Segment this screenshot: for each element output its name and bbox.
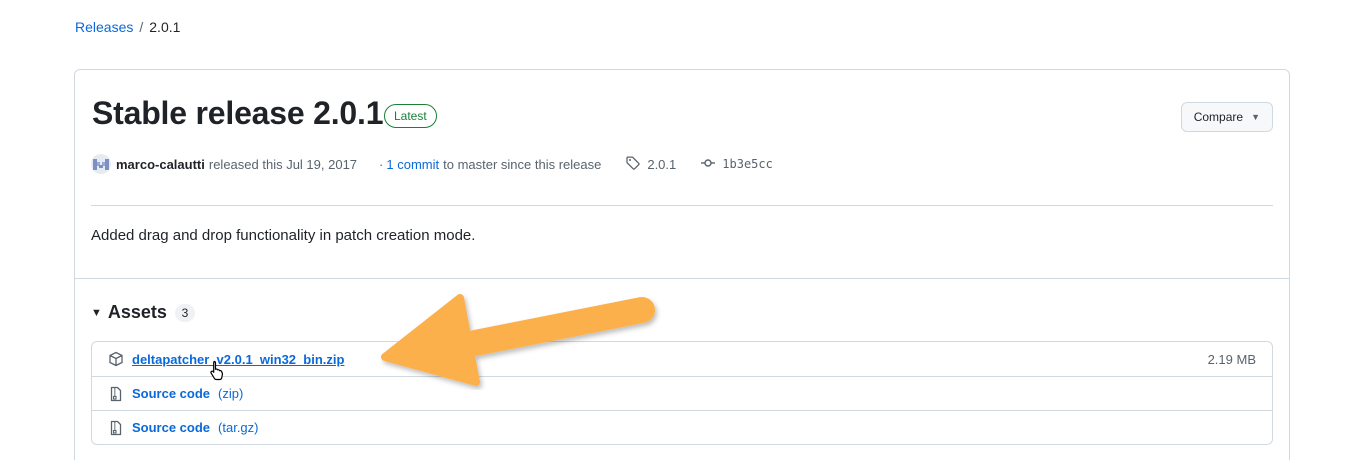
asset-row: Source code (tar.gz) bbox=[92, 410, 1272, 444]
release-meta: marco-calautti released this Jul 19, 201… bbox=[91, 153, 773, 175]
compare-button[interactable]: Compare ▼ bbox=[1180, 102, 1273, 132]
latest-badge: Latest bbox=[384, 104, 437, 128]
chevron-down-icon: ▼ bbox=[1251, 112, 1260, 122]
source-code-targz-link[interactable]: Source code bbox=[132, 420, 210, 435]
triangle-down-icon: ▼ bbox=[91, 306, 102, 319]
commit-hash: 1b3e5cc bbox=[722, 157, 773, 171]
tag-icon bbox=[625, 155, 641, 174]
source-code-format: (zip) bbox=[218, 386, 244, 401]
git-commit-icon bbox=[700, 155, 716, 174]
asset-size: 2.19 MB bbox=[1207, 351, 1256, 367]
release-notes: Added drag and drop functionality in pat… bbox=[91, 227, 476, 244]
release-card: Stable release 2.0.1 Latest Compare ▼ ma… bbox=[74, 69, 1290, 460]
assets-count-badge: 3 bbox=[174, 303, 195, 322]
author-link[interactable]: marco-calautti bbox=[116, 157, 205, 172]
divider bbox=[91, 205, 1273, 206]
commits-link[interactable]: 1 commit bbox=[386, 157, 439, 172]
assets-toggle[interactable]: ▼ Assets 3 bbox=[91, 302, 195, 323]
breadcrumb-current: 2.0.1 bbox=[149, 19, 181, 35]
source-code-zip-link[interactable]: Source code bbox=[132, 386, 210, 401]
hand-cursor-icon bbox=[210, 360, 223, 381]
tag-label: 2.0.1 bbox=[647, 156, 677, 172]
divider bbox=[75, 278, 1289, 279]
meta-separator: · bbox=[379, 156, 384, 172]
asset-row: Source code (zip) bbox=[92, 376, 1272, 410]
breadcrumb-separator: / bbox=[139, 19, 144, 35]
commits-suffix: to master since this release bbox=[443, 156, 602, 172]
commit-link[interactable]: 1b3e5cc bbox=[700, 155, 773, 174]
assets-title: Assets bbox=[107, 302, 167, 322]
release-title[interactable]: Stable release 2.0.1 bbox=[92, 95, 384, 132]
file-zip-icon bbox=[108, 386, 124, 402]
compare-label: Compare bbox=[1193, 110, 1244, 124]
avatar[interactable] bbox=[91, 154, 111, 174]
package-icon bbox=[108, 351, 124, 367]
asset-download-link[interactable]: deltapatcher_v2.0.1_win32_bin.zip bbox=[132, 352, 344, 367]
annotation-arrow bbox=[381, 294, 655, 386]
released-date-text: released this Jul 19, 2017 bbox=[208, 156, 358, 172]
asset-row: deltapatcher_v2.0.1_win32_bin.zip 2.19 M… bbox=[92, 342, 1272, 376]
source-code-format: (tar.gz) bbox=[218, 420, 259, 435]
tag-link[interactable]: 2.0.1 bbox=[625, 155, 676, 174]
breadcrumb-releases-link[interactable]: Releases bbox=[75, 19, 133, 35]
breadcrumb: Releases / 2.0.1 bbox=[75, 19, 180, 35]
assets-list: deltapatcher_v2.0.1_win32_bin.zip 2.19 M… bbox=[91, 341, 1273, 445]
file-zip-icon bbox=[108, 420, 124, 436]
